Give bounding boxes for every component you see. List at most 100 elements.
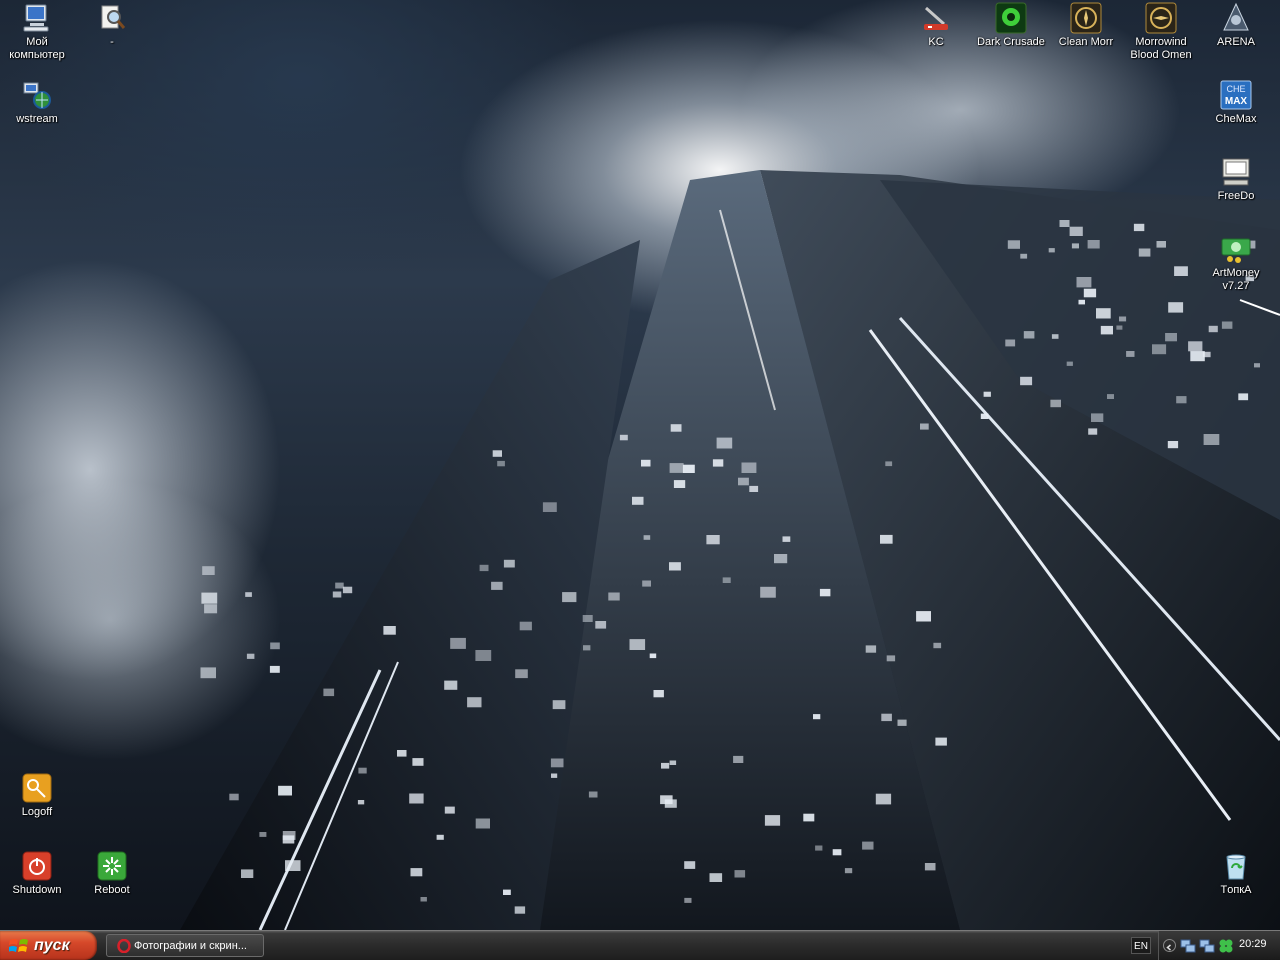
window-light: [733, 755, 744, 763]
window-light: [684, 897, 692, 903]
window-light: [813, 714, 821, 720]
window-light: [245, 592, 252, 597]
language-indicator[interactable]: EN: [1131, 937, 1151, 954]
window-light: [669, 463, 684, 473]
desktop-icon-clean-morr[interactable]: Clean Morr: [1049, 2, 1123, 49]
desktop-icon-label: TопкA: [1220, 884, 1252, 896]
window-light: [924, 863, 936, 871]
tool-icon: [924, 6, 948, 30]
window-light: [519, 621, 532, 631]
network-icon[interactable]: [1180, 938, 1196, 954]
taskbar: пуск Фотографии и скрин... EN 20:29: [0, 930, 1280, 960]
window-light: [1076, 277, 1092, 288]
window-light: [980, 413, 989, 419]
key-icon: [22, 773, 52, 803]
window-light: [200, 667, 216, 679]
game-icon: [1145, 2, 1177, 34]
window-light: [1048, 248, 1055, 253]
desktop-icon-reboot[interactable]: Reboot: [75, 850, 149, 897]
window-light: [1221, 321, 1233, 329]
window-light: [885, 461, 893, 467]
window-light: [983, 391, 991, 397]
window-light: [410, 868, 423, 877]
window-light: [881, 713, 892, 722]
window-light: [397, 750, 407, 757]
taskbar-window-label: Фотографии и скрин...: [134, 939, 247, 952]
network-globe-icon: [23, 82, 51, 109]
window-light: [1203, 434, 1220, 445]
window-light: [1051, 334, 1059, 339]
window-light: [1188, 341, 1203, 352]
desktop-icon-label: ARENA: [1217, 36, 1255, 48]
desktop-icon-kc[interactable]: KC: [899, 2, 973, 49]
desktop-icon-recycle-bin[interactable]: TопкA: [1199, 850, 1273, 897]
window-light: [1168, 302, 1184, 313]
window-light: [492, 450, 502, 457]
window-light: [670, 424, 682, 432]
window-light: [450, 637, 466, 649]
window-light: [497, 460, 505, 467]
window-light: [342, 586, 353, 594]
window-light: [1167, 441, 1179, 449]
money-icon: [1221, 238, 1251, 263]
window-light: [282, 835, 295, 844]
window-light: [819, 588, 831, 597]
game-icon: [995, 2, 1027, 34]
desktop-icon-my-computer[interactable]: Мой компьютер: [0, 2, 74, 62]
window-light: [358, 767, 367, 774]
window-light: [246, 653, 255, 659]
window-light: [660, 795, 673, 805]
window-light: [475, 650, 492, 661]
window-light: [1202, 351, 1211, 358]
window-light: [734, 870, 746, 878]
start-button[interactable]: пуск: [0, 931, 97, 960]
desktop-icon-logoff[interactable]: Logoff: [0, 772, 74, 819]
desktop-icon-morrowind-blood-omen[interactable]: Morrowind Blood Omen: [1124, 2, 1198, 62]
window-light: [551, 773, 558, 778]
window-light: [1133, 223, 1145, 232]
window-light: [278, 785, 292, 796]
taskbar-window-button[interactable]: Фотографии и скрин...: [106, 934, 264, 957]
desktop-icon-arena[interactable]: ARENA: [1199, 2, 1273, 49]
window-light: [1020, 376, 1033, 386]
window-light: [782, 536, 791, 542]
window-light: [608, 592, 620, 601]
desktop-icon-label: Logoff: [21, 806, 53, 818]
window-light: [716, 437, 733, 449]
tray-expand-button[interactable]: [1163, 939, 1176, 952]
window-light: [935, 737, 947, 746]
window-light: [491, 581, 503, 590]
window-light: [436, 834, 444, 840]
window-light: [629, 639, 646, 650]
desktop-icon-label: -: [110, 36, 114, 48]
window-light: [1116, 325, 1123, 330]
window-light: [920, 423, 929, 430]
desktop-icon-wstream[interactable]: wstream: [0, 79, 74, 126]
window-light: [641, 459, 651, 467]
chemax-icon: CHE MAX: [1220, 80, 1252, 110]
desktop-icon-chemax[interactable]: CHE MAX CheMax: [1199, 79, 1273, 126]
network-icon[interactable]: [1199, 938, 1215, 954]
clock[interactable]: 20:29: [1239, 938, 1267, 950]
window-light: [1100, 325, 1113, 335]
window-light: [1174, 266, 1188, 276]
window-light: [1091, 413, 1104, 422]
desktop-icon-artmoney[interactable]: ArtMoney v7.27: [1199, 233, 1273, 293]
window-light: [643, 535, 651, 540]
desktop-background[interactable]: Мой компьютер - wstream KC Dark Crusade …: [0, 0, 1280, 930]
window-light: [1107, 394, 1114, 399]
desktop-icon-dark-crusade[interactable]: Dark Crusade: [974, 2, 1048, 49]
desktop-icon-label: ArtMoney v7.27: [1212, 267, 1260, 292]
window-light: [760, 586, 776, 598]
desktop-icon-shutdown[interactable]: Shutdown: [0, 850, 74, 897]
window-light: [669, 760, 677, 765]
window-light: [444, 680, 458, 690]
desktop-icon-freedo[interactable]: FreeDo: [1199, 156, 1273, 203]
svg-text:MAX: MAX: [1225, 96, 1248, 107]
clover-icon[interactable]: [1218, 938, 1234, 954]
desktop-icon-search[interactable]: -: [75, 2, 149, 49]
window-light: [204, 604, 218, 614]
window-light: [803, 813, 815, 822]
window-light: [202, 566, 215, 575]
chevron-left-icon: [1166, 944, 1171, 951]
